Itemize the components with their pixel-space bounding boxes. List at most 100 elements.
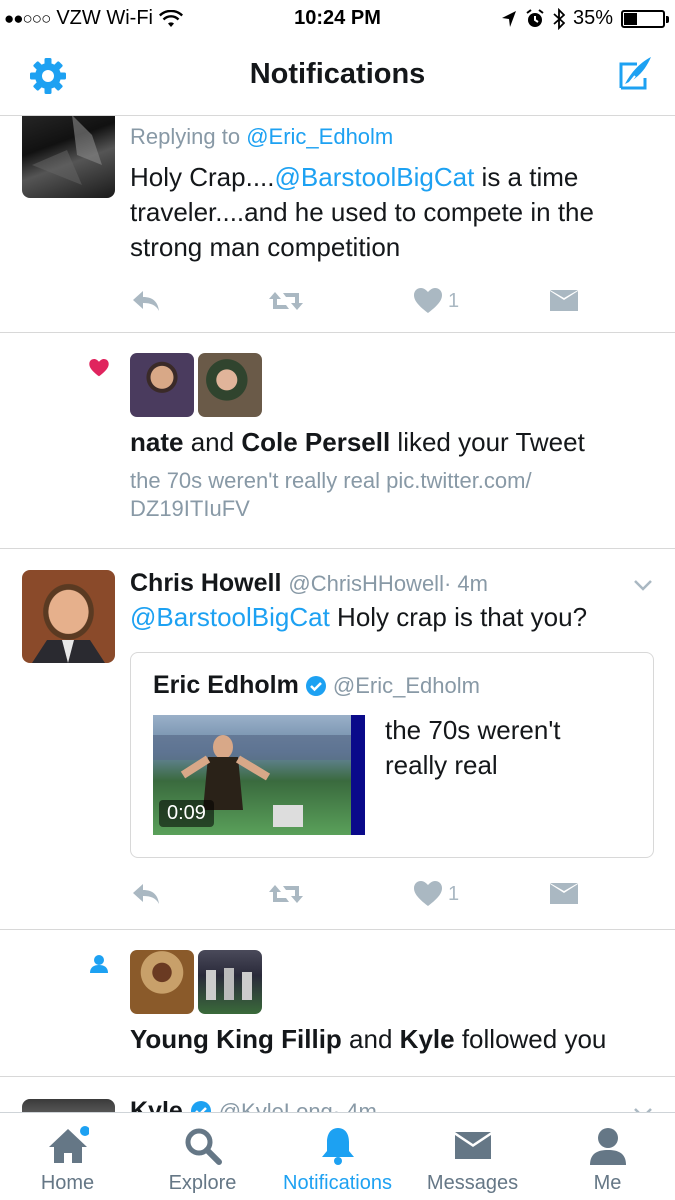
tab-explore[interactable]: Explore xyxy=(135,1113,270,1200)
tab-label: Notifications xyxy=(283,1172,392,1194)
avatar[interactable] xyxy=(130,353,194,417)
tab-label: Messages xyxy=(426,1172,519,1194)
tweet-time: · 4m xyxy=(443,571,488,596)
avatar[interactable] xyxy=(198,353,262,417)
envelope-icon xyxy=(455,1132,491,1159)
tab-notifications[interactable]: Notifications xyxy=(270,1113,405,1200)
heart-icon xyxy=(89,359,109,377)
navigation-header: Notifications xyxy=(0,38,675,116)
retweet-button[interactable] xyxy=(268,286,304,316)
quoted-author-name: Eric Edholm xyxy=(153,671,299,699)
replying-prefix: Replying to xyxy=(130,124,241,149)
author-handle[interactable]: @KyleLong xyxy=(219,1099,333,1112)
replying-handle-link[interactable]: @Eric_Edholm xyxy=(246,124,393,149)
alarm-icon xyxy=(526,8,544,27)
bottom-tab-bar: Home Explore Notifications Messages Me xyxy=(0,1112,675,1200)
reply-button[interactable] xyxy=(130,879,162,909)
notification-text: nate and Cole Persell liked your Tweet xyxy=(130,425,651,459)
avatar[interactable] xyxy=(130,950,194,1014)
retweet-icon xyxy=(269,292,303,310)
tweet-actions: 1 xyxy=(130,286,590,316)
direct-message-button[interactable] xyxy=(550,286,578,316)
tab-label: Home xyxy=(40,1172,95,1194)
battery-icon xyxy=(621,9,669,28)
user-name-link[interactable]: Cole Persell xyxy=(241,427,390,457)
like-notification-row[interactable]: nate and Cole Persell liked your Tweet t… xyxy=(0,333,675,549)
reply-icon xyxy=(133,884,159,904)
home-icon xyxy=(49,1126,89,1163)
bluetooth-icon xyxy=(553,7,565,30)
quoted-author-handle: @Eric_Edholm xyxy=(332,672,480,698)
battery-percent: 35% xyxy=(572,7,613,29)
user-name-link[interactable]: Young King Fillip xyxy=(130,1024,342,1054)
tweet-header: Kyle @KyleLong· 4m xyxy=(130,1097,651,1112)
search-icon xyxy=(185,1128,222,1165)
envelope-icon xyxy=(550,883,578,904)
tab-home[interactable]: Home xyxy=(0,1113,135,1200)
tweet-actions: 1 xyxy=(130,879,590,909)
avatar[interactable] xyxy=(198,950,262,1014)
conjunction: and xyxy=(349,1024,393,1054)
follow-notification-row[interactable]: Young King Fillip and Kyle followed you xyxy=(0,930,675,1077)
heart-icon xyxy=(414,288,442,313)
follower-avatars xyxy=(130,950,262,1014)
tweet-header: Chris Howell @ChrisHHowell· 4m xyxy=(130,569,651,598)
user-name-link[interactable]: Kyle xyxy=(400,1024,455,1054)
author-handle[interactable]: @ChrisHHowell xyxy=(288,571,444,596)
quoted-tweet-card[interactable]: Eric Edholm @Eric_Edholm 0:09 the 70s we… xyxy=(130,652,654,858)
avatar[interactable] xyxy=(22,116,115,198)
avatar[interactable] xyxy=(22,570,115,663)
tweet-text-body: Holy crap is that you? xyxy=(329,602,588,632)
verified-badge-icon xyxy=(190,1101,211,1112)
partial-tweet-row[interactable]: Kyle @KyleLong· 4m xyxy=(0,1077,675,1112)
tab-label: Me xyxy=(593,1172,622,1194)
tweet-text: @BarstoolBigCat Holy crap is that you? xyxy=(130,600,651,635)
notification-text: Young King Fillip and Kyle followed you xyxy=(130,1022,651,1056)
quoted-tweet-text: the 70s weren't really real xyxy=(385,715,561,780)
heart-icon xyxy=(414,881,442,906)
liked-tweet-preview[interactable]: the 70s weren't really real pic.twitter.… xyxy=(130,467,610,523)
tab-messages[interactable]: Messages xyxy=(405,1113,540,1200)
conjunction: and xyxy=(190,427,235,457)
quote-tweet-row[interactable]: Chris Howell @ChrisHHowell· 4m @Barstool… xyxy=(0,549,675,930)
verified-badge-icon xyxy=(305,675,326,696)
tweet-text: Holy Crap....@BarstoolBigCat is a time t… xyxy=(130,160,651,265)
retweet-button[interactable] xyxy=(268,879,304,909)
reply-icon xyxy=(133,291,159,311)
author-name[interactable]: Kyle xyxy=(130,1097,183,1112)
avatar[interactable] xyxy=(22,1099,115,1112)
video-duration: 0:09 xyxy=(159,800,214,827)
quoted-tweet-header: Eric Edholm @Eric_Edholm xyxy=(153,671,480,700)
reply-button[interactable] xyxy=(130,286,162,316)
notification-action: liked your Tweet xyxy=(397,427,585,457)
tweet-text-pre: Holy Crap.... xyxy=(130,162,275,192)
like-count: 1 xyxy=(448,882,460,905)
notification-action: followed you xyxy=(461,1024,607,1054)
follow-person-icon xyxy=(90,955,108,973)
mention-link[interactable]: @BarstoolBigCat xyxy=(275,162,475,192)
user-name-link[interactable]: nate xyxy=(130,427,183,457)
video-thumbnail[interactable]: 0:09 xyxy=(153,715,365,835)
like-count: 1 xyxy=(448,289,460,312)
mention-link[interactable]: @BarstoolBigCat xyxy=(130,602,330,632)
compose-tweet-icon[interactable] xyxy=(613,54,655,96)
tweet-time: · 4m xyxy=(332,1099,377,1112)
envelope-icon xyxy=(550,290,578,311)
retweet-icon xyxy=(269,885,303,903)
location-arrow-icon xyxy=(501,10,516,27)
replying-to-line: Replying to @Eric_Edholm xyxy=(130,124,651,150)
direct-message-button[interactable] xyxy=(550,879,578,909)
tab-label: Explore xyxy=(168,1172,237,1194)
like-button[interactable]: 1 xyxy=(414,286,459,316)
author-name[interactable]: Chris Howell xyxy=(130,569,281,597)
liker-avatars xyxy=(130,353,262,417)
tab-me[interactable]: Me xyxy=(540,1113,675,1200)
like-button[interactable]: 1 xyxy=(414,879,459,909)
profile-icon xyxy=(590,1128,626,1165)
bell-icon xyxy=(322,1128,354,1165)
chevron-down-icon[interactable] xyxy=(633,579,653,591)
reply-tweet-row[interactable]: Replying to @Eric_Edholm Holy Crap....@B… xyxy=(0,116,675,333)
status-bar: ●●○○○ VZW Wi-Fi 10:24 PM 35% xyxy=(0,0,675,38)
page-title: Notifications xyxy=(249,58,426,90)
notifications-feed[interactable]: Replying to @Eric_Edholm Holy Crap....@B… xyxy=(0,116,675,1112)
